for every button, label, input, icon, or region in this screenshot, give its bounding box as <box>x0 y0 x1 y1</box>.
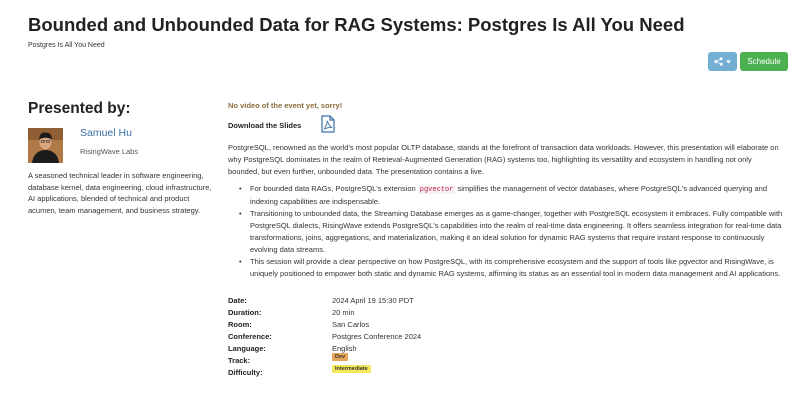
track-label: Track: <box>228 356 251 365</box>
pgvector-code: pgvector <box>417 186 456 194</box>
conference-label: Conference: <box>228 332 272 341</box>
language-label: Language: <box>228 344 266 353</box>
room-label: Room: <box>228 320 252 329</box>
list-item: Transitioning to unbounded data, the Str… <box>236 208 784 256</box>
room-value: San Carlos <box>332 320 370 329</box>
list-item: For bounded data RAGs, PostgreSQL's exte… <box>236 183 784 208</box>
page-subtitle: Postgres Is All You Need <box>28 42 105 49</box>
talk-description: PostgreSQL, renowned as the world's most… <box>228 143 779 176</box>
duration-value: 20 min <box>332 308 355 317</box>
caret-down-icon <box>726 59 731 64</box>
track-badge: Dev <box>332 353 349 361</box>
difficulty-badge: Intermediate <box>332 365 371 373</box>
duration-label: Duration: <box>228 308 262 317</box>
speaker-company: RisingWave Labs <box>80 147 139 156</box>
page-title: Bounded and Unbounded Data for RAG Syste… <box>28 14 685 35</box>
speaker-bio: A seasoned technical leader in software … <box>28 171 212 215</box>
schedule-button[interactable]: Schedule <box>740 52 788 71</box>
date-value: 2024 April 19 15:30 PDT <box>332 296 414 305</box>
share-icon <box>714 57 723 66</box>
language-value: English <box>332 344 357 353</box>
no-video-notice: No video of the event yet, sorry! <box>228 101 343 110</box>
list-item: This session will provide a clear perspe… <box>236 256 784 280</box>
pdf-icon[interactable] <box>320 115 336 133</box>
presented-by-heading: Presented by: <box>28 100 131 117</box>
speaker-name-link[interactable]: Samuel Hu <box>80 127 132 139</box>
avatar[interactable] <box>28 128 63 163</box>
conference-value: Postgres Conference 2024 <box>332 332 422 341</box>
download-slides-label: Download the Slides <box>228 121 302 130</box>
date-label: Date: <box>228 296 247 305</box>
share-button[interactable] <box>708 52 737 71</box>
talk-highlights: For bounded data RAGs, PostgreSQL's exte… <box>236 183 784 280</box>
difficulty-label: Difficulty: <box>228 368 263 377</box>
